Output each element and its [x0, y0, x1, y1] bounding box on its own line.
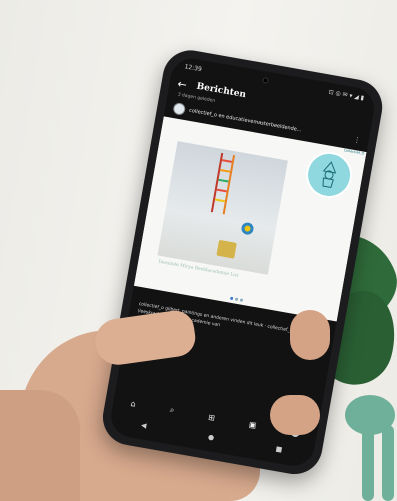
front-camera: [261, 76, 269, 84]
yellow-stool: [216, 239, 237, 259]
classroom-photo: [157, 141, 288, 275]
status-icons: ⊡ ◎ ✉ ▾ ◢ ▮: [328, 88, 365, 102]
hand-fingers: [270, 395, 320, 435]
plant-stand-leg: [382, 425, 394, 501]
nav-back-icon[interactable]: ◀: [140, 421, 147, 430]
hand-wrist: [0, 390, 80, 501]
search-icon[interactable]: ⌕: [169, 405, 175, 416]
carousel-dot: [239, 298, 243, 302]
gnome-illustration-icon: [322, 161, 337, 189]
post-image[interactable]: Collectief_O Dessinée Mirya Beeldacademi…: [133, 116, 367, 322]
back-arrow-icon[interactable]: ←: [177, 77, 188, 91]
nav-recents-icon[interactable]: ■: [275, 445, 283, 454]
reels-icon[interactable]: ▣: [248, 419, 257, 429]
flower-decoration: [240, 221, 255, 236]
carousel-dot: [229, 296, 233, 301]
collectief-badge: [302, 148, 356, 202]
plant-stand-leg: [362, 425, 374, 501]
add-post-icon[interactable]: ⊞: [208, 412, 216, 422]
hand-fingers: [290, 310, 330, 360]
rope-ladder: [210, 152, 236, 215]
more-options-icon[interactable]: ⋮: [353, 136, 361, 145]
author-avatar[interactable]: [172, 101, 187, 116]
status-time: 12:39: [184, 62, 203, 73]
photo-scene: 12:39 ⊡ ◎ ✉ ▾ ◢ ▮ ← Berichten 3 dagen ge…: [0, 0, 397, 501]
home-icon[interactable]: ⌂: [130, 399, 137, 409]
carousel-dot: [234, 297, 238, 301]
smartphone: 12:39 ⊡ ◎ ✉ ▾ ◢ ▮ ← Berichten 3 dagen ge…: [98, 46, 387, 479]
phone-screen: 12:39 ⊡ ◎ ✉ ▾ ◢ ▮ ← Berichten 3 dagen ge…: [107, 55, 378, 470]
nav-home-icon[interactable]: ●: [207, 433, 214, 442]
